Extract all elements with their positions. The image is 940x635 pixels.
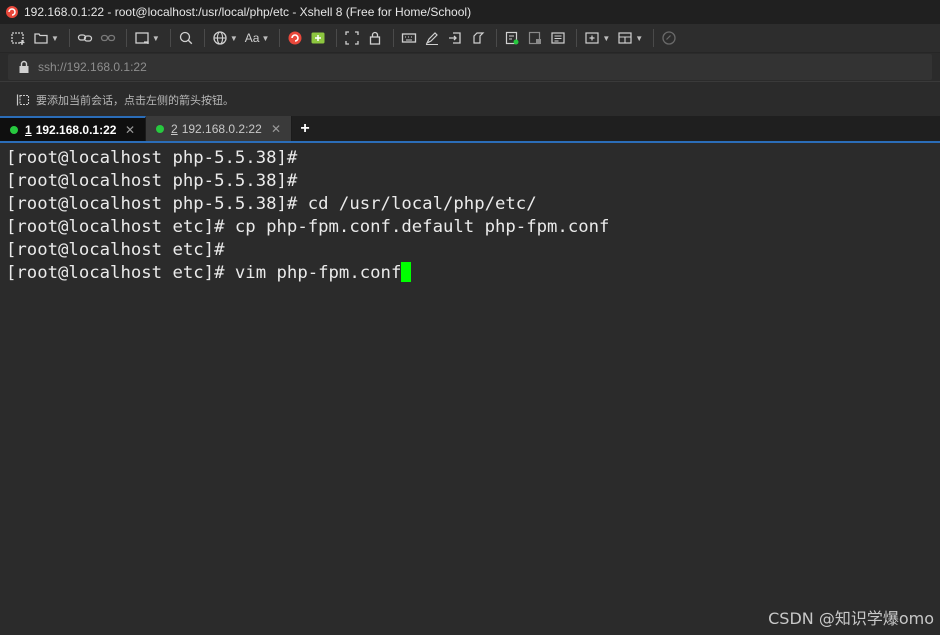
window-icon[interactable]: ▼	[132, 27, 162, 49]
dropdown-caret-icon[interactable]: ▼	[152, 34, 160, 43]
compose-icon[interactable]	[502, 27, 522, 49]
lock-icon[interactable]	[365, 27, 385, 49]
add-session-arrow-icon[interactable]	[16, 93, 30, 107]
close-icon[interactable]: ✕	[271, 122, 281, 136]
tab-session-2[interactable]: 2 192.168.0.2:22 ✕	[146, 116, 292, 141]
xshell-icon[interactable]	[285, 27, 305, 49]
layout-icon[interactable]: ▼	[615, 27, 645, 49]
toolbar-separator	[393, 29, 395, 47]
terminal-line: [root@localhost php-5.5.38]#	[6, 148, 298, 168]
new-tab-button[interactable]: +	[292, 116, 318, 141]
terminal-line: [root@localhost etc]#	[6, 240, 225, 260]
window-title: 192.168.0.1:22 - root@localhost:/usr/loc…	[24, 5, 472, 19]
font-icon-label: Aa	[244, 31, 260, 45]
open-folder-icon[interactable]: ▼	[31, 27, 61, 49]
terminal-current-text: [root@localhost etc]# vim php-fpm.conf	[6, 263, 402, 283]
dropdown-caret-icon[interactable]: ▼	[602, 34, 610, 43]
toolbar: ▼ ▼ ▼ Aa ▼ ▼ ▼	[0, 24, 940, 53]
toolbar-separator	[496, 29, 498, 47]
tab-number: 2	[171, 121, 178, 136]
transfer-icon[interactable]	[445, 27, 465, 49]
terminal-line: [root@localhost etc]# cp php-fpm.conf.de…	[6, 217, 610, 237]
xftp-icon[interactable]	[308, 27, 328, 49]
font-icon[interactable]: Aa ▼	[243, 27, 272, 49]
edit-icon[interactable]	[468, 27, 488, 49]
address-value: ssh://192.168.0.1:22	[38, 60, 147, 74]
terminal-line: [root@localhost php-5.5.38]# cd /usr/loc…	[6, 194, 537, 214]
toolbar-separator	[68, 29, 70, 47]
script-icon[interactable]	[422, 27, 442, 49]
connected-status-icon	[10, 125, 18, 134]
connected-status-icon	[156, 124, 164, 133]
help-icon[interactable]	[659, 27, 679, 49]
globe-icon[interactable]: ▼	[210, 27, 240, 49]
terminal[interactable]: [root@localhost php-5.5.38]# [root@local…	[0, 143, 940, 635]
dropdown-caret-icon[interactable]: ▼	[51, 34, 59, 43]
close-icon[interactable]: ✕	[125, 123, 135, 137]
terminal-line-current: [root@localhost etc]# vim php-fpm.conf	[0, 262, 940, 285]
toolbar-separator	[125, 29, 127, 47]
hint-text: 要添加当前会话，点击左侧的箭头按钮。	[36, 94, 234, 107]
address-field[interactable]: ssh://192.168.0.1:22	[8, 54, 932, 80]
dropdown-caret-icon[interactable]: ▼	[230, 34, 238, 43]
terminal-cursor	[401, 262, 412, 282]
add-tab-icon[interactable]: ▼	[582, 27, 612, 49]
address-bar: ssh://192.168.0.1:22	[0, 53, 940, 82]
tab-label: 192.168.0.1:22	[35, 122, 117, 137]
tab-number: 1	[25, 122, 32, 137]
tab-session-1[interactable]: 1 192.168.0.1:22 ✕	[0, 116, 146, 141]
terminal-line: [root@localhost php-5.5.38]#	[6, 171, 298, 191]
xshell-logo-icon	[5, 5, 19, 19]
fullscreen-icon[interactable]	[342, 27, 362, 49]
toolbar-separator	[576, 29, 578, 47]
notes-icon[interactable]	[548, 27, 568, 49]
tab-bar: 1 192.168.0.1:22 ✕ 2 192.168.0.2:22 ✕ +	[0, 116, 940, 143]
toolbar-separator	[203, 29, 205, 47]
title-bar: 192.168.0.1:22 - root@localhost:/usr/loc…	[0, 0, 940, 24]
toolbar-separator	[169, 29, 171, 47]
toolbar-separator	[336, 29, 338, 47]
log-icon[interactable]	[525, 27, 545, 49]
hint-bar: 要添加当前会话，点击左侧的箭头按钮。	[0, 85, 940, 114]
new-session-icon[interactable]	[8, 27, 28, 49]
unlink-icon[interactable]	[98, 27, 118, 49]
watermark: CSDN @知识学爆omo	[768, 609, 934, 628]
lock-icon	[18, 60, 30, 74]
search-icon[interactable]	[176, 27, 196, 49]
toolbar-separator	[279, 29, 281, 47]
link-icon[interactable]	[75, 27, 95, 49]
dropdown-caret-icon[interactable]: ▼	[261, 34, 269, 43]
tab-label: 192.168.0.2:22	[181, 121, 262, 136]
dropdown-caret-icon[interactable]: ▼	[635, 34, 643, 43]
keyboard-icon[interactable]	[399, 27, 419, 49]
toolbar-separator	[653, 29, 655, 47]
